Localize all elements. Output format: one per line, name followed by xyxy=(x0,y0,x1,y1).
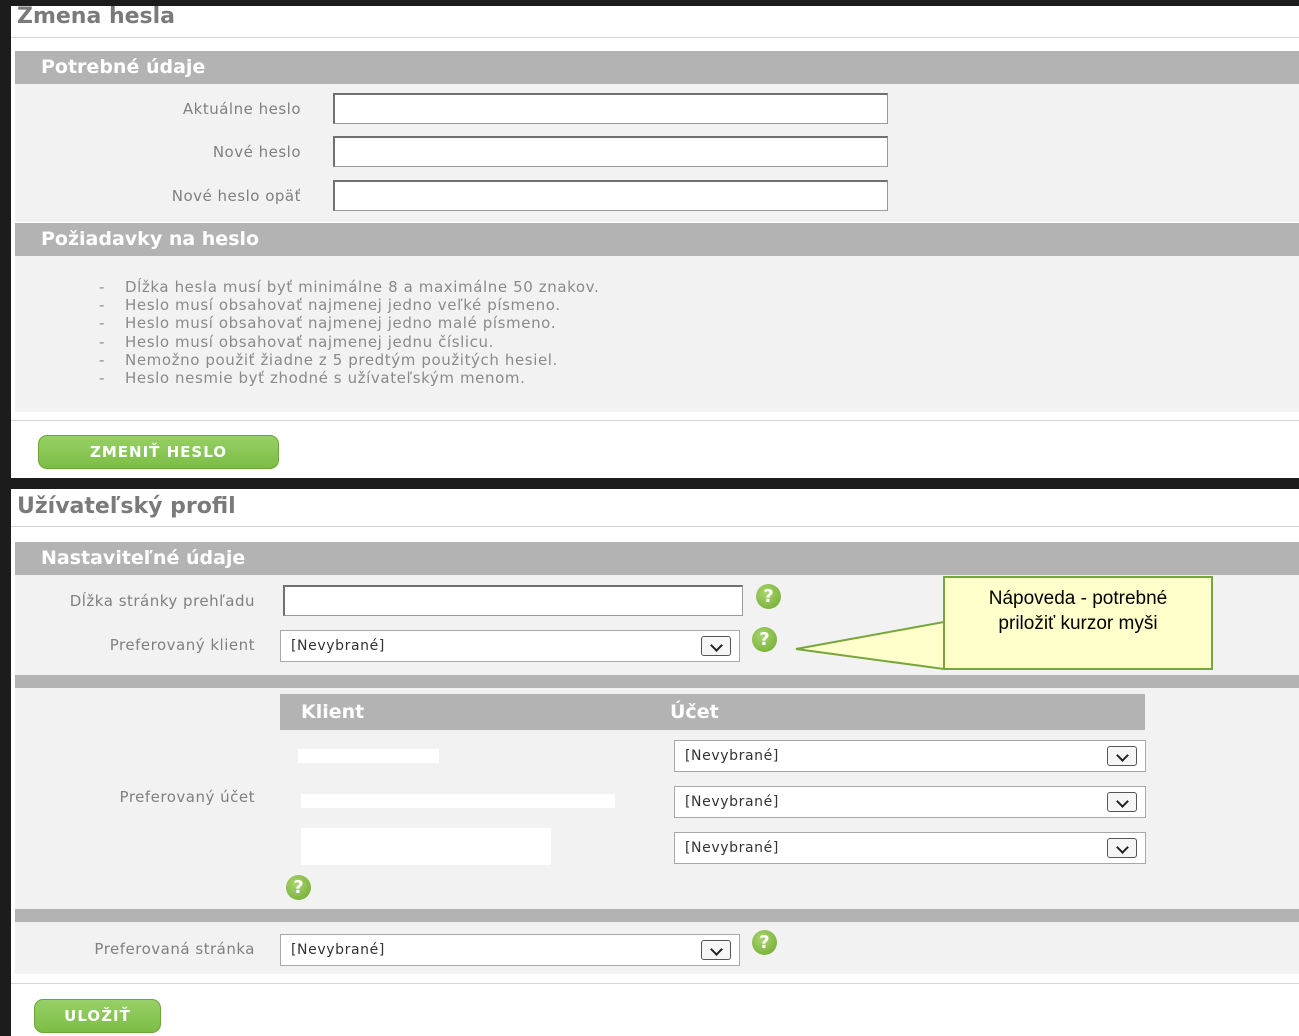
client-name-placeholder xyxy=(298,749,439,763)
save-button[interactable]: ULOŽIŤ xyxy=(34,999,161,1033)
section-header-requirements: Požiadavky na heslo xyxy=(15,223,1299,256)
page-length-input[interactable] xyxy=(283,585,743,616)
column-header-account: Účet xyxy=(670,701,719,723)
title-divider xyxy=(11,526,1299,527)
preferred-client-value: [Nevybrané] xyxy=(291,638,385,654)
chevron-down-icon xyxy=(1107,792,1137,812)
account-select-value: [Nevybrané] xyxy=(685,840,779,856)
chevron-down-icon xyxy=(1107,746,1137,766)
password-requirements-list: Dĺžka hesla musí byť minimálne 8 a maxim… xyxy=(99,278,599,387)
section-divider xyxy=(15,675,1299,688)
callout-text-line1: Nápoveda - potrebné xyxy=(988,588,1168,609)
help-tooltip-callout: Nápoveda - potrebné priložiť kurzor myši xyxy=(943,576,1213,670)
column-header-client: Klient xyxy=(301,701,365,723)
callout-pointer xyxy=(795,620,945,671)
current-password-input[interactable] xyxy=(333,93,888,124)
new-password-confirm-label: Nové heslo opäť xyxy=(171,187,301,205)
list-item: Heslo musí obsahovať najmenej jednu čísl… xyxy=(99,333,599,351)
preferred-account-label: Preferovaný účet xyxy=(119,788,255,806)
change-password-button[interactable]: ZMENIŤ HESLO xyxy=(38,435,279,469)
page-length-label: Dĺžka stránky prehľadu xyxy=(69,592,255,610)
new-password-confirm-input[interactable] xyxy=(333,180,888,211)
callout-text-line2: priložiť kurzor myši xyxy=(998,613,1158,634)
account-select-value: [Nevybrané] xyxy=(685,794,779,810)
list-item: Heslo nesmie byť zhodné s užívateľským m… xyxy=(99,369,599,387)
section-header-required: Potrebné údaje xyxy=(15,51,1299,84)
list-item: Heslo musí obsahovať najmenej jedno malé… xyxy=(99,314,599,332)
account-select-1[interactable]: [Nevybrané] xyxy=(674,740,1146,772)
list-item: Heslo musí obsahovať najmenej jedno veľk… xyxy=(99,296,599,314)
footer-divider xyxy=(11,983,1299,984)
new-password-input[interactable] xyxy=(333,136,888,167)
title-divider xyxy=(11,37,1299,38)
question-circle-icon[interactable]: ? xyxy=(286,875,311,900)
account-select-3[interactable]: [Nevybrané] xyxy=(674,832,1146,864)
client-name-placeholder xyxy=(301,828,551,865)
preferred-page-select[interactable]: [Nevybrané] xyxy=(280,934,740,966)
user-profile-panel: Užívateľský profil Nastaviteľné údaje Dĺ… xyxy=(11,489,1299,1036)
chevron-down-icon xyxy=(701,636,731,656)
list-item: Nemožno použiť žiadne z 5 predtým použit… xyxy=(99,351,599,369)
account-table-header: Klient Účet xyxy=(280,694,1145,730)
chevron-down-icon xyxy=(1107,838,1137,858)
current-password-label: Aktuálne heslo xyxy=(182,100,301,118)
footer-divider xyxy=(11,420,1299,421)
account-select-value: [Nevybrané] xyxy=(685,748,779,764)
preferred-client-select[interactable]: [Nevybrané] xyxy=(280,630,740,662)
chevron-down-icon xyxy=(701,940,731,960)
client-name-placeholder xyxy=(301,794,615,808)
question-circle-icon[interactable]: ? xyxy=(752,627,777,652)
section-divider xyxy=(15,909,1299,922)
question-circle-icon[interactable]: ? xyxy=(756,584,781,609)
list-item: Dĺžka hesla musí byť minimálne 8 a maxim… xyxy=(99,278,599,296)
question-circle-icon[interactable]: ? xyxy=(752,930,777,955)
preferred-page-value: [Nevybrané] xyxy=(291,942,385,958)
new-password-label: Nové heslo xyxy=(212,143,301,161)
page-title: Užívateľský profil xyxy=(17,494,236,519)
page-title: Zmena hesla xyxy=(17,4,176,29)
section-header-settings: Nastaviteľné údaje xyxy=(15,542,1299,575)
preferred-page-label: Preferovaná stránka xyxy=(94,940,255,958)
password-change-panel: Zmena hesla Potrebné údaje Aktuálne hesl… xyxy=(11,4,1299,478)
preferred-client-label: Preferovaný klient xyxy=(109,636,255,654)
account-select-2[interactable]: [Nevybrané] xyxy=(674,786,1146,818)
